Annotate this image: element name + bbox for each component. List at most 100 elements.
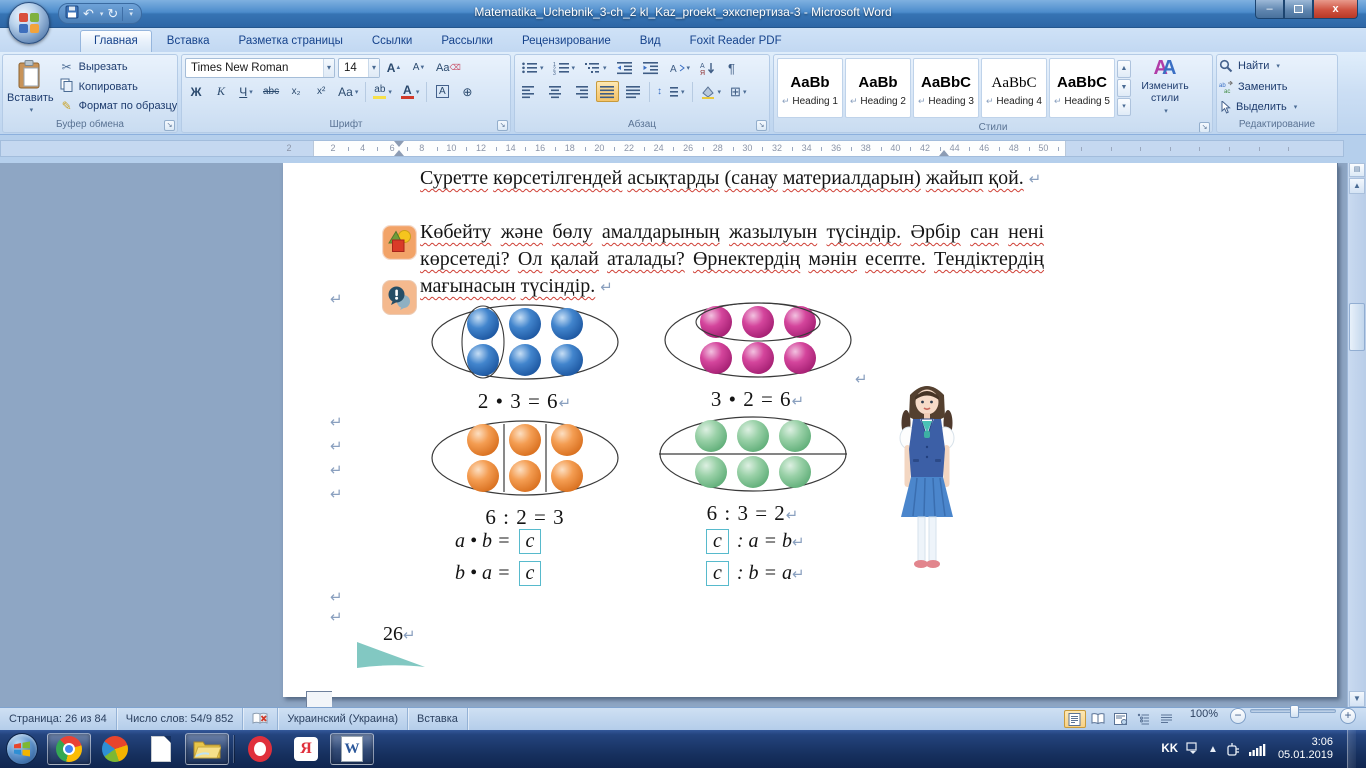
taskbar-yandex-button[interactable]: Я (284, 733, 328, 765)
cut-button[interactable]: ✂ Вырезать (59, 58, 177, 76)
first-line-indent-marker[interactable] (394, 141, 404, 147)
scrollbar-thumb[interactable] (1349, 303, 1365, 351)
web-layout-view-button[interactable] (1110, 710, 1132, 728)
styles-scroll-up[interactable]: ▲ (1117, 60, 1131, 78)
tab-ссылки[interactable]: Ссылки (358, 30, 427, 52)
tab-вставка[interactable]: Вставка (153, 30, 224, 52)
hanging-indent-marker[interactable] (394, 150, 404, 156)
distribute-button[interactable] (622, 81, 645, 102)
copy-button[interactable]: Копировать (59, 78, 177, 96)
italic-button[interactable]: К (210, 81, 232, 102)
taskbar-explorer-button[interactable] (185, 733, 229, 765)
print-layout-view-button[interactable] (1063, 710, 1086, 728)
taskbar-chrome-button[interactable] (47, 733, 91, 765)
scroll-up-button[interactable]: ▲ (1349, 178, 1365, 194)
status-word-count[interactable]: Число слов: 54/9 852 (117, 708, 244, 730)
paragraph-dialog-launcher[interactable]: ↘ (756, 120, 767, 131)
shading-button[interactable]: ▾ (697, 81, 725, 102)
find-button[interactable]: Найти ▾ (1219, 57, 1335, 75)
restore-button[interactable] (1284, 0, 1313, 19)
style-card-heading-3[interactable]: AaBbC ↵ Heading 3 (913, 58, 979, 118)
language-bar-icon[interactable] (1186, 742, 1200, 756)
underline-button[interactable]: Ч ▾ (235, 81, 257, 102)
language-indicator[interactable]: KK (1161, 743, 1178, 755)
tab-главная[interactable]: Главная (80, 30, 152, 52)
status-page[interactable]: Страница: 26 из 84 (0, 708, 117, 730)
font-name-combo[interactable]: Times New Roman ▾ (185, 57, 335, 78)
clipboard-dialog-launcher[interactable]: ↘ (164, 120, 175, 131)
close-button[interactable]: x (1313, 0, 1358, 19)
taskbar-notepad-button[interactable] (139, 733, 183, 765)
shrink-font-button[interactable]: А ▼ (408, 57, 430, 78)
line-spacing-button[interactable]: ↕ ▾ (654, 81, 688, 102)
change-case-button[interactable]: Aa ▾ (335, 81, 361, 102)
outline-view-button[interactable] (1133, 710, 1155, 728)
superscript-button[interactable]: x² (310, 81, 332, 102)
style-card-heading-1[interactable]: AaBb ↵ Heading 1 (777, 58, 843, 118)
ruler-toggle-button[interactable]: ▤ (1349, 163, 1365, 177)
zoom-in-button[interactable]: + (1340, 708, 1356, 724)
subscript-button[interactable]: x₂ (285, 81, 307, 102)
strikethrough-button[interactable]: abc (260, 81, 282, 102)
status-proofing[interactable] (243, 708, 279, 730)
format-painter-button[interactable]: ✎ Формат по образцу (59, 97, 177, 115)
highlight-button[interactable]: ab ▾ (370, 81, 395, 102)
hidden-icons-button[interactable]: ▲ (1208, 744, 1218, 755)
replace-button[interactable]: ab ac Заменить (1219, 78, 1335, 96)
taskbar-color-ball-button[interactable] (93, 733, 137, 765)
clear-formatting-button[interactable]: Aa ⌫ (433, 57, 464, 78)
multilevel-list-button[interactable]: ▾ (581, 57, 610, 78)
reading-view-button[interactable] (1087, 710, 1109, 728)
status-insert-mode[interactable]: Вставка (408, 708, 468, 730)
asian-layout-button[interactable]: А ▾ (665, 57, 694, 78)
font-dialog-launcher[interactable]: ↘ (497, 120, 508, 131)
styles-scroll-down[interactable]: ▼ (1117, 79, 1131, 97)
font-color-button[interactable]: A ▾ (398, 81, 423, 102)
increase-indent-button[interactable] (639, 57, 662, 78)
select-button[interactable]: Выделить ▾ (1219, 98, 1335, 116)
align-left-button[interactable] (518, 81, 541, 102)
minimize-button[interactable]: – (1255, 0, 1284, 19)
tab-foxit-reader-pdf[interactable]: Foxit Reader PDF (676, 30, 796, 52)
align-center-button[interactable] (544, 81, 567, 102)
document-page[interactable]: Суретте көрсетілгендей асықтарды (санау … (283, 163, 1338, 697)
grow-font-button[interactable]: А ▲ (383, 57, 405, 78)
styles-dialog-launcher[interactable]: ↘ (1199, 122, 1210, 132)
taskbar-opera-button[interactable] (238, 733, 282, 765)
bullets-button[interactable]: ▾ (518, 57, 547, 78)
power-icon[interactable] (1226, 742, 1241, 757)
tab-рассылки[interactable]: Рассылки (427, 30, 507, 52)
style-card-heading-2[interactable]: AaBb ↵ Heading 2 (845, 58, 911, 118)
office-button[interactable] (8, 2, 50, 44)
horizontal-ruler[interactable]: 2 2 4 6 8 10 12 14 16 18 20 22 24 26 28 30 32 34 36 38 40 42 4… (0, 140, 1344, 157)
tab-разметка-страницы[interactable]: Разметка страницы (225, 30, 357, 52)
clock[interactable]: 3:06 05.01.2019 (1278, 736, 1333, 762)
show-desktop-button[interactable] (1347, 730, 1356, 768)
paste-button[interactable]: Вставить ▾ (6, 57, 55, 116)
status-language[interactable]: Украинский (Украина) (278, 708, 409, 730)
align-justify-button[interactable] (596, 81, 619, 102)
draft-view-button[interactable] (1156, 710, 1178, 728)
zoom-slider[interactable] (1250, 705, 1336, 718)
zoom-out-button[interactable]: − (1230, 708, 1246, 724)
taskbar-word-button[interactable]: W (330, 733, 374, 765)
network-icon[interactable] (1248, 743, 1266, 756)
sort-button[interactable]: АЯ (696, 57, 719, 78)
tab-вид[interactable]: Вид (626, 30, 675, 52)
bold-button[interactable]: Ж (185, 81, 207, 102)
enclose-characters-button[interactable]: ⊕ (456, 81, 478, 102)
borders-button[interactable]: ⊞ ▾ (727, 81, 749, 102)
style-card-heading-4[interactable]: AaBbC ↵ Heading 4 (981, 58, 1047, 118)
styles-gallery-expand[interactable]: ▾ (1117, 98, 1131, 116)
start-button[interactable] (6, 733, 38, 765)
character-border-button[interactable]: A (431, 81, 453, 102)
tab-рецензирование[interactable]: Рецензирование (508, 30, 625, 52)
numbering-button[interactable]: 1 2 3 ▾ (550, 57, 579, 78)
align-right-button[interactable] (570, 81, 593, 102)
font-size-combo[interactable]: 14 ▾ (338, 57, 380, 78)
vertical-scrollbar[interactable]: ▤ ▲ ▼ (1347, 163, 1366, 707)
scroll-down-button[interactable]: ▼ (1349, 691, 1365, 707)
decrease-indent-button[interactable] (613, 57, 636, 78)
style-card-heading-5[interactable]: AaBbC ↵ Heading 5 (1049, 58, 1115, 118)
change-styles-button[interactable]: AA Изменить стили ▾ (1133, 57, 1197, 119)
